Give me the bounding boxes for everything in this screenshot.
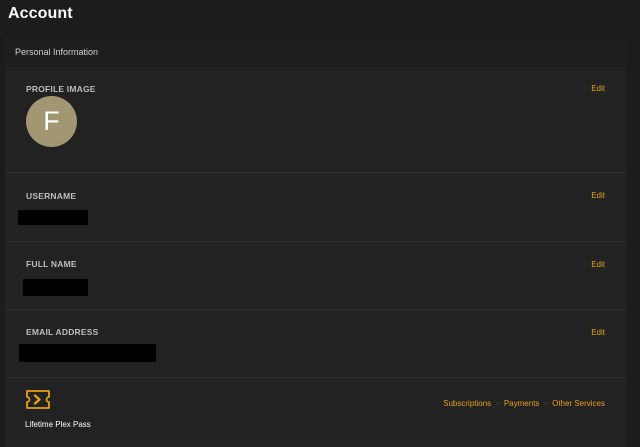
full-name-section: FULL NAME Edit — [5, 242, 626, 310]
plex-pass-section: Lifetime Plex Pass Subscriptions · Payme… — [5, 378, 626, 447]
avatar[interactable]: F — [26, 96, 77, 147]
panel-header: Personal Information — [5, 37, 626, 68]
page-title: Account — [8, 5, 73, 22]
link-separator: · — [544, 399, 548, 408]
username-value-redacted — [18, 210, 88, 225]
email-edit-link[interactable]: Edit — [591, 328, 605, 337]
full-name-label: FULL NAME — [26, 259, 77, 269]
username-section: USERNAME Edit — [5, 173, 626, 242]
profile-image-label: PROFILE IMAGE — [26, 84, 96, 94]
payments-link[interactable]: Payments — [504, 399, 540, 408]
username-label: USERNAME — [26, 191, 77, 201]
account-links: Subscriptions · Payments · Other Service… — [443, 399, 605, 408]
plex-pass-label: Lifetime Plex Pass — [25, 420, 91, 429]
link-separator: · — [496, 399, 499, 408]
panel-header-title: Personal Information — [15, 47, 99, 57]
email-label: EMAIL ADDRESS — [26, 327, 99, 337]
username-edit-link[interactable]: Edit — [591, 191, 605, 200]
personal-information-panel: Personal Information PROFILE IMAGE Edit … — [5, 37, 626, 447]
email-value-redacted — [19, 344, 156, 362]
full-name-value-redacted — [23, 279, 88, 296]
other-services-link[interactable]: Other Services — [552, 399, 605, 408]
full-name-edit-link[interactable]: Edit — [591, 260, 605, 269]
subscriptions-link[interactable]: Subscriptions — [443, 399, 491, 408]
email-section: EMAIL ADDRESS Edit — [5, 310, 626, 378]
plex-pass-chevron-icon — [26, 390, 50, 409]
profile-image-section: PROFILE IMAGE Edit F — [5, 68, 626, 173]
profile-image-edit-link[interactable]: Edit — [591, 84, 605, 93]
